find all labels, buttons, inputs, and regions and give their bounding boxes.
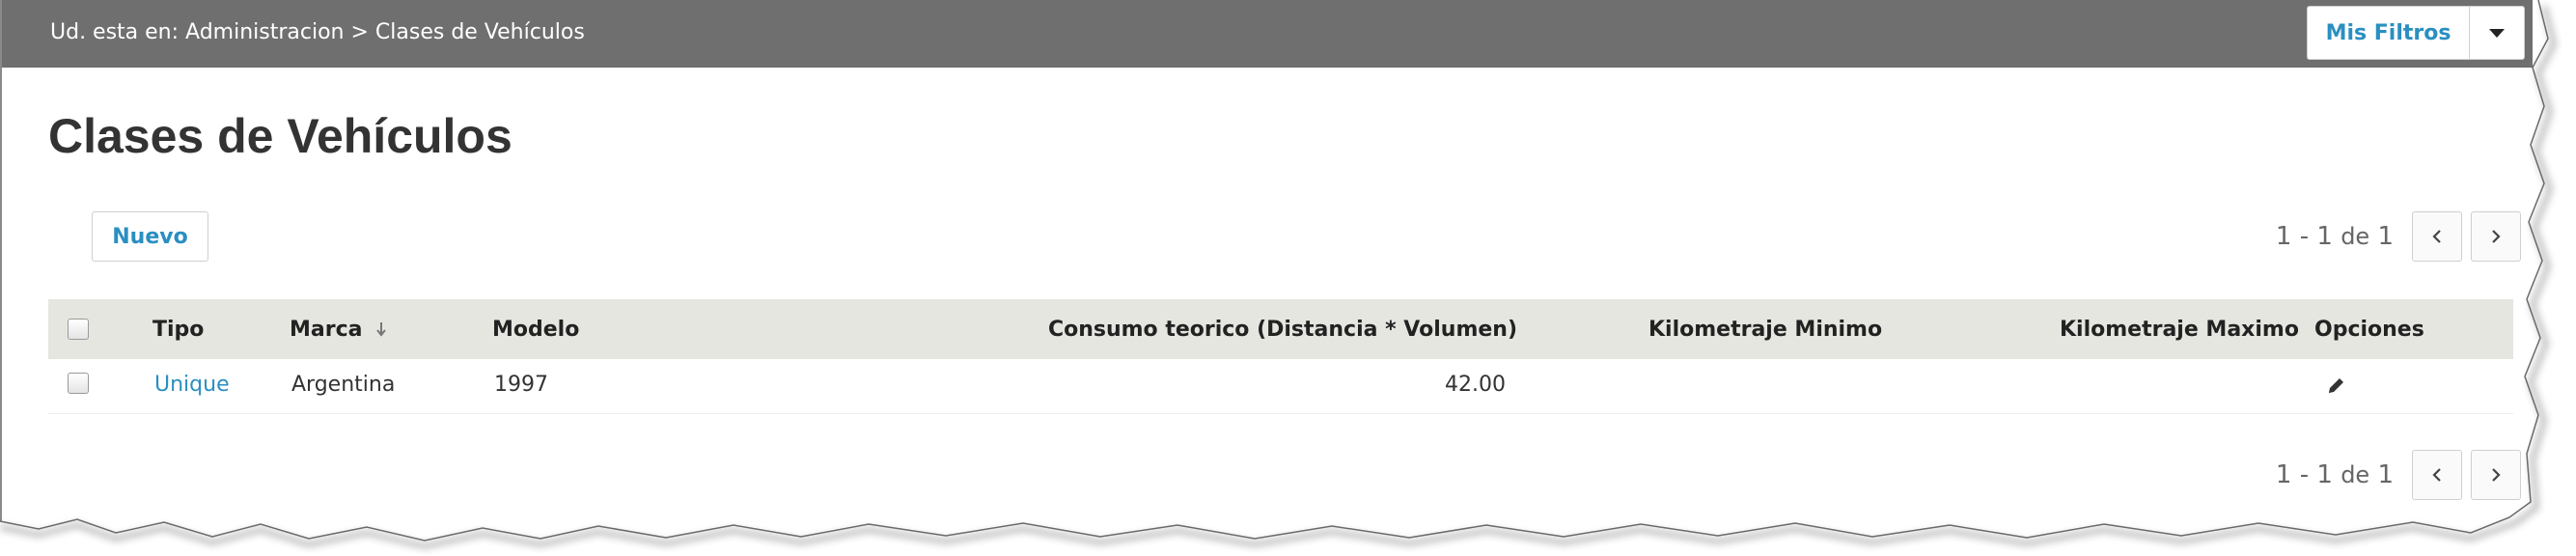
pagination-bottom: 1 - 1 de 1 xyxy=(2276,450,2521,500)
arrow-down-icon xyxy=(376,322,386,337)
marca-cell: Argentina xyxy=(291,373,396,397)
pencil-icon[interactable] xyxy=(2325,375,2346,397)
page-title: Clases de Vehículos xyxy=(48,109,512,163)
breadcrumb: Ud. esta en: Administracion > Clases de … xyxy=(50,20,585,44)
consumo-cell: 42.00 xyxy=(1445,373,1506,397)
prev-page-button-bottom[interactable] xyxy=(2412,450,2462,500)
modelo-cell: 1997 xyxy=(494,373,548,397)
pagination-info: 1 - 1 de 1 xyxy=(2275,222,2394,251)
table-row: Unique Argentina 1997 42.00 xyxy=(48,359,2513,414)
new-button[interactable]: Nuevo xyxy=(92,211,208,262)
pagination-top: 1 - 1 de 1 xyxy=(2276,211,2521,262)
page-frame: Ud. esta en: Administracion > Clases de … xyxy=(0,0,2533,526)
column-modelo[interactable]: Modelo xyxy=(492,318,579,342)
table-header: Tipo Marca Modelo Consumo teorico (Dista… xyxy=(48,299,2513,359)
column-km-max[interactable]: Kilometraje Maximo xyxy=(2060,318,2299,342)
filters-group: Mis Filtros xyxy=(2307,6,2525,60)
next-page-button[interactable] xyxy=(2471,211,2521,262)
column-opciones: Opciones xyxy=(2314,318,2424,342)
column-tipo[interactable]: Tipo xyxy=(152,318,204,342)
chevron-left-icon xyxy=(2432,230,2441,243)
next-page-button-bottom[interactable] xyxy=(2471,450,2521,500)
select-all-checkbox[interactable] xyxy=(68,319,89,340)
chevron-right-icon xyxy=(2492,468,2501,482)
column-marca[interactable]: Marca xyxy=(290,318,387,342)
mis-filtros-button[interactable]: Mis Filtros xyxy=(2307,6,2470,60)
tipo-link[interactable]: Unique xyxy=(154,373,230,397)
row-checkbox[interactable] xyxy=(68,373,89,394)
chevron-down-icon xyxy=(2489,28,2505,38)
filters-dropdown-button[interactable] xyxy=(2470,6,2525,60)
chevron-left-icon xyxy=(2432,468,2441,482)
column-km-min[interactable]: Kilometraje Minimo xyxy=(1648,318,1882,342)
column-consumo[interactable]: Consumo teorico (Distancia * Volumen) xyxy=(1048,318,1517,342)
chevron-right-icon xyxy=(2492,230,2501,243)
pagination-info-bottom: 1 - 1 de 1 xyxy=(2275,460,2394,489)
top-bar: Ud. esta en: Administracion > Clases de … xyxy=(2,0,2533,68)
prev-page-button[interactable] xyxy=(2412,211,2462,262)
